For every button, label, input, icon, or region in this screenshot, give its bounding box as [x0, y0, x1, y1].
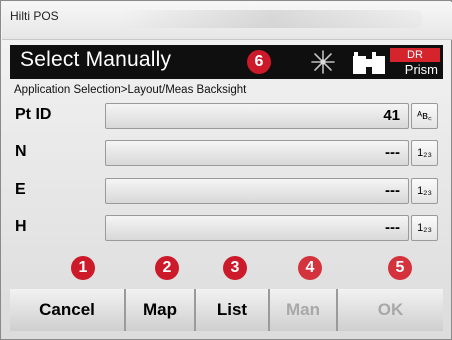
screen-header: Select Manually 6 DR Prism [10, 45, 443, 79]
callout-badges: 1 2 3 4 5 [10, 256, 443, 282]
titlebar-blur [122, 10, 422, 28]
softkey-bar: Cancel Map List Man OK [10, 289, 443, 331]
input-form: Pt ID 41 ᴬʙ꜀ N --- 1₂₃ E --- 1₂₃ H --- 1… [10, 100, 443, 246]
breadcrumb: Application Selection>Layout/Meas Backsi… [14, 84, 247, 96]
callout-badge-4: 4 [298, 256, 322, 280]
callout-badge-2: 2 [155, 256, 179, 280]
app-title: Hilti POS [10, 9, 59, 23]
numeric-format-button[interactable]: 1₂₃ [411, 215, 438, 241]
callout-badge-3: 3 [223, 256, 247, 280]
field-row-e: E --- 1₂₃ [10, 175, 443, 207]
window-titlebar: Hilti POS [2, 2, 452, 40]
callout-badge-6: 6 [247, 50, 271, 74]
map-button[interactable]: Map [126, 289, 194, 331]
cancel-button[interactable]: Cancel [10, 289, 124, 331]
mode-dr-label: DR [390, 48, 440, 62]
ok-button[interactable]: OK [338, 289, 443, 331]
field-label-pt-id: Pt ID [15, 106, 52, 123]
height-input[interactable]: --- [105, 215, 409, 241]
man-button[interactable]: Man [270, 289, 336, 331]
screen-title: Select Manually [20, 48, 172, 71]
field-row-pt-id: Pt ID 41 ᴬʙ꜀ [10, 100, 443, 132]
target-mode-indicator: DR Prism [390, 48, 440, 77]
numeric-format-button[interactable]: 1₂₃ [411, 178, 438, 204]
field-label-e: E [15, 181, 26, 198]
northing-input[interactable]: --- [105, 140, 409, 166]
field-label-n: N [15, 143, 27, 160]
field-row-n: N --- 1₂₃ [10, 137, 443, 169]
numeric-format-button[interactable]: 1₂₃ [411, 140, 438, 166]
callout-badge-1: 1 [71, 256, 95, 280]
easting-input[interactable]: --- [105, 178, 409, 204]
mode-prism-label: Prism [404, 62, 438, 77]
field-row-h: H --- 1₂₃ [10, 212, 443, 244]
list-button[interactable]: List [196, 289, 268, 331]
pt-id-input[interactable]: 41 [105, 103, 409, 129]
callout-badge-5: 5 [388, 256, 412, 280]
binoculars-icon [353, 52, 385, 74]
laser-star-icon [311, 50, 335, 74]
field-label-h: H [15, 218, 27, 235]
device-screen: Hilti POS Select Manually 6 DR Prism App… [0, 0, 452, 340]
alpha-format-button[interactable]: ᴬʙ꜀ [411, 103, 438, 129]
